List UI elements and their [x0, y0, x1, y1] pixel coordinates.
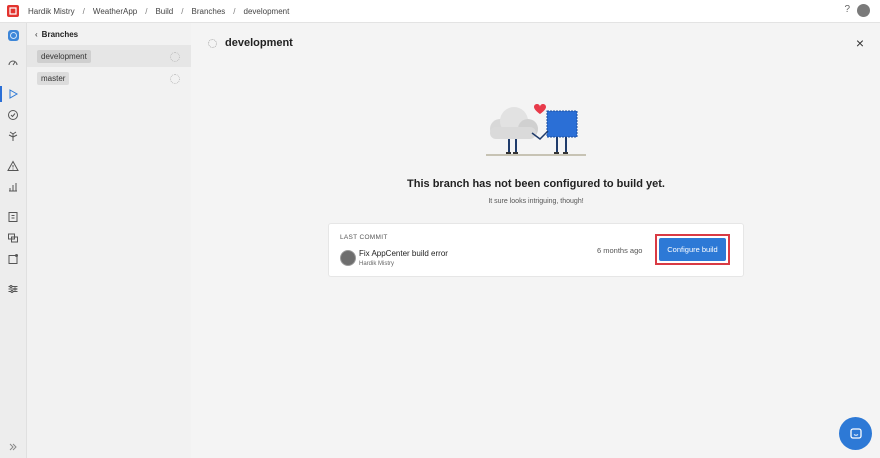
- breadcrumb-branches[interactable]: Branches: [190, 7, 228, 16]
- user-avatar[interactable]: [857, 4, 870, 17]
- push-icon[interactable]: [6, 252, 20, 266]
- active-nav-indicator: [0, 86, 2, 102]
- commit-author-avatar: [340, 250, 356, 266]
- main-content: development × This branch has not been c…: [192, 23, 880, 458]
- distribute-icon[interactable]: [6, 129, 20, 143]
- branch-status-icon: [170, 52, 180, 62]
- page-title: development: [225, 37, 293, 49]
- chat-support-button[interactable]: [839, 417, 872, 450]
- last-commit-label: LAST COMMIT: [340, 234, 388, 241]
- cloud-shape: [490, 107, 538, 139]
- auth-icon[interactable]: [6, 210, 20, 224]
- commit-message: Fix AppCenter build error: [359, 249, 448, 258]
- app-center-logo-icon: [7, 5, 19, 17]
- configure-build-button[interactable]: Configure build: [659, 238, 726, 261]
- branches-back-label: Branches: [41, 29, 79, 39]
- analytics-icon[interactable]: [6, 180, 20, 194]
- breadcrumb-build[interactable]: Build: [153, 7, 175, 16]
- branch-name: development: [37, 49, 91, 63]
- branches-back-link[interactable]: ‹ Branches: [27, 23, 191, 45]
- breadcrumb-current-branch: development: [243, 6, 290, 16]
- breadcrumb-separator: /: [181, 6, 184, 16]
- overview-icon[interactable]: [6, 55, 20, 69]
- breadcrumb-separator: /: [145, 6, 148, 16]
- breadcrumb-separator: /: [82, 6, 85, 16]
- expand-sidebar-icon[interactable]: [6, 440, 20, 454]
- empty-state-subtitle: It sure looks intriguing, though!: [488, 198, 584, 205]
- test-icon[interactable]: [6, 108, 20, 122]
- branches-panel: ‹ Branches development master: [27, 23, 191, 458]
- app-icon[interactable]: [6, 28, 20, 42]
- branch-status-icon: [170, 74, 180, 84]
- branch-status-icon: [208, 38, 217, 48]
- build-icon[interactable]: [6, 87, 20, 101]
- cloud-and-box-illustration: [486, 104, 586, 156]
- top-bar: Hardik Mistry / WeatherApp / Build / Bra…: [0, 0, 880, 23]
- settings-icon[interactable]: [6, 282, 20, 296]
- breadcrumb-user[interactable]: Hardik Mistry: [26, 7, 77, 16]
- app-center-logo[interactable]: [0, 0, 26, 22]
- last-commit-card: LAST COMMIT Fix AppCenter build error Ha…: [329, 224, 743, 276]
- commit-time: 6 months ago: [597, 246, 643, 255]
- help-button[interactable]: ?: [844, 4, 850, 15]
- branch-item-master[interactable]: master: [27, 67, 191, 89]
- branch-name: master: [37, 71, 70, 85]
- breadcrumb-app[interactable]: WeatherApp: [91, 7, 139, 16]
- empty-state-title: This branch has not been configured to b…: [407, 178, 665, 190]
- data-icon[interactable]: [6, 231, 20, 245]
- breadcrumb-separator: /: [233, 6, 236, 16]
- diagnostics-icon[interactable]: [6, 159, 20, 173]
- chat-icon: [849, 427, 862, 439]
- close-button[interactable]: ×: [856, 36, 864, 50]
- page-header: development: [208, 37, 293, 49]
- branch-item-development[interactable]: development: [27, 45, 191, 67]
- nav-rail: [0, 23, 27, 458]
- chevron-left-icon: ‹: [35, 29, 38, 39]
- breadcrumb: Hardik Mistry / WeatherApp / Build / Bra…: [26, 7, 291, 16]
- commit-author: Hardik Mistry: [359, 261, 395, 267]
